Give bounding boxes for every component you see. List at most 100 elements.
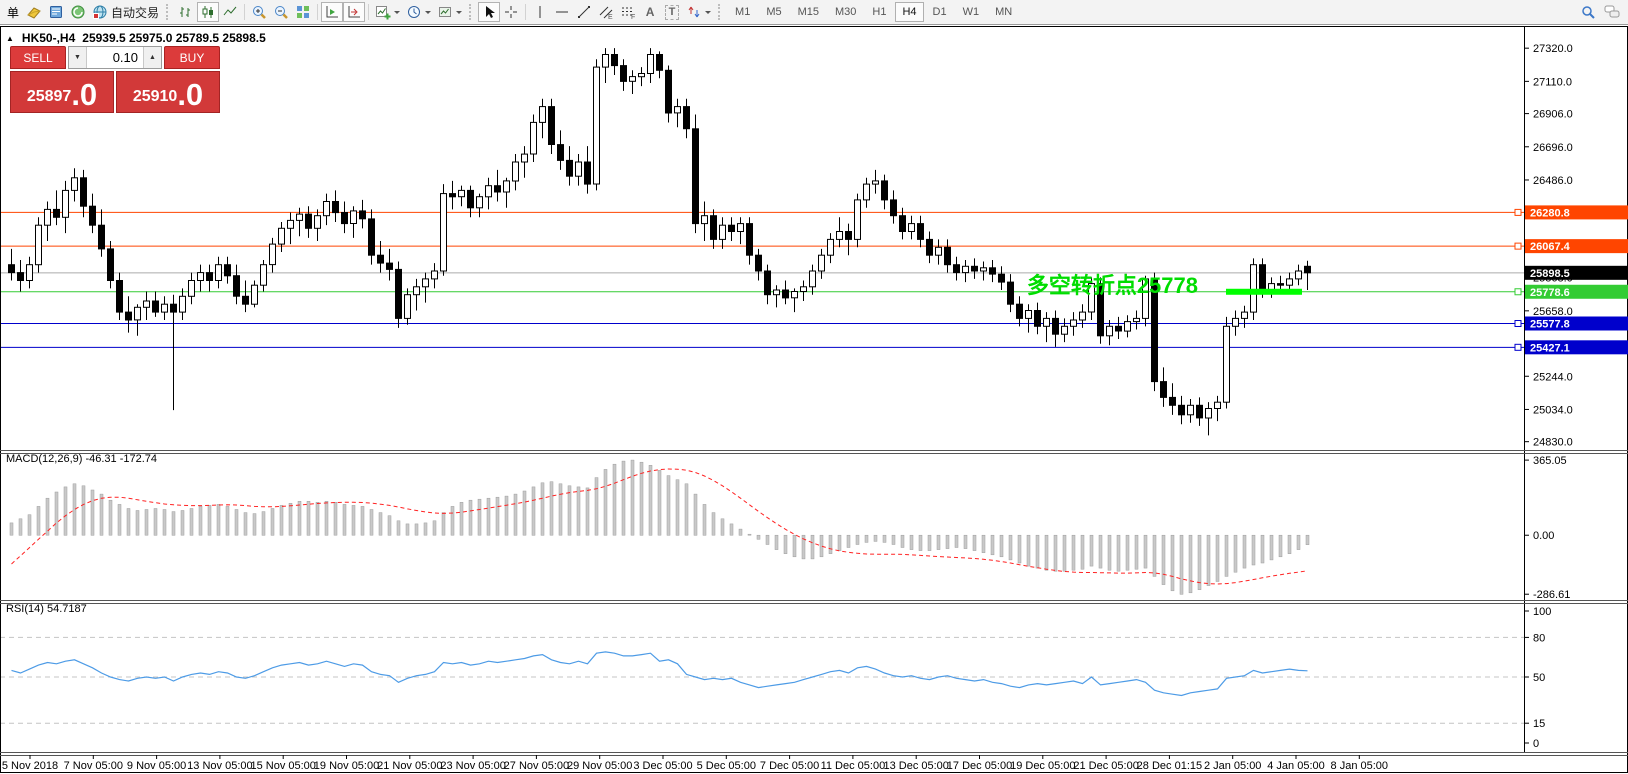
new-chart-button[interactable] [372, 2, 403, 22]
templates-button[interactable] [434, 2, 465, 22]
time-label: 28 Dec 01:15 [1137, 760, 1202, 772]
text-tool-button[interactable]: A [639, 2, 661, 22]
candle [414, 287, 420, 295]
hline-handle[interactable] [1515, 289, 1521, 295]
candle [180, 296, 186, 312]
search-button[interactable] [1577, 2, 1601, 22]
candle [558, 145, 564, 161]
timeframe-mn-button[interactable]: MN [988, 2, 1019, 22]
macd-histogram-bar [559, 484, 562, 535]
new-order-icon [26, 4, 42, 20]
tile-windows-button[interactable] [292, 2, 314, 22]
time-label: 13 Dec 05:00 [883, 760, 948, 772]
chart-area[interactable]: 多空转折点2577827320.027110.026906.026696.026… [0, 0, 1628, 774]
metaeditor-button[interactable] [45, 2, 67, 22]
label-tool-button[interactable]: T [661, 2, 683, 22]
periods-button[interactable] [403, 2, 434, 22]
time-label: 27 Nov 05:00 [504, 760, 569, 772]
macd-histogram-bar [145, 510, 148, 536]
sell-price-display[interactable]: 25897.0 [10, 71, 114, 113]
horizontal-line-tool-button[interactable] [551, 2, 573, 22]
hline-handle[interactable] [1515, 243, 1521, 249]
candle [333, 202, 339, 213]
chat-button[interactable] [1601, 2, 1625, 22]
autotrading-label: 自动交易 [111, 4, 159, 21]
menu-label[interactable]: 单 [3, 4, 23, 21]
sell-button[interactable]: SELL [10, 46, 66, 69]
timeframe-m5-button[interactable]: M5 [759, 2, 788, 22]
timeframe-m30-button[interactable]: M30 [828, 2, 863, 22]
timeframe-w1-button[interactable]: W1 [956, 2, 987, 22]
toolbar-separator [317, 4, 318, 20]
macd-histogram-bar [37, 506, 40, 535]
macd-histogram-bar [1189, 535, 1192, 593]
cursor-button[interactable] [478, 2, 500, 22]
line-chart-type-button[interactable] [219, 2, 241, 22]
candle [513, 162, 519, 181]
macd-label: MACD(12,26,9) -46.31 -172.74 [6, 453, 157, 465]
annotation-text[interactable]: 多空转折点25778 [1027, 273, 1198, 298]
timeframe-d1-button[interactable]: D1 [926, 2, 954, 22]
macd-histogram-bar [1261, 535, 1264, 563]
buy-price-display[interactable]: 25910.0 [116, 71, 220, 113]
timeframe-m1-button[interactable]: M1 [728, 2, 757, 22]
buy-button[interactable]: BUY [164, 46, 220, 69]
dropdown-caret-icon [705, 11, 711, 17]
volume-increase-button[interactable]: ▲ [143, 47, 161, 68]
autoscroll-icon [324, 4, 340, 20]
candle [1242, 312, 1248, 318]
hline-handle[interactable] [1515, 344, 1521, 350]
candle [1161, 382, 1167, 398]
candlestick-chart-type-button[interactable] [197, 2, 219, 22]
macd-histogram-bar [1027, 535, 1030, 566]
candle [288, 220, 294, 228]
timeframe-h1-button[interactable]: H1 [865, 2, 893, 22]
market-button[interactable] [67, 2, 89, 22]
candle [1278, 284, 1284, 286]
macd-histogram-bar [253, 514, 256, 536]
macd-histogram-bar [100, 494, 103, 535]
price-tick-label: 26486.0 [1533, 175, 1573, 187]
autotrading-button[interactable]: 自动交易 [89, 2, 162, 22]
candle [315, 216, 321, 229]
fibonacci-tool-button[interactable]: F [617, 2, 639, 22]
channel-tool-button[interactable]: E [595, 2, 617, 22]
zoom-in-button[interactable] [248, 2, 270, 22]
macd-histogram-bar [379, 513, 382, 536]
trendline-tool-button[interactable] [573, 2, 595, 22]
candle [576, 162, 582, 176]
vertical-line-tool-button[interactable] [529, 2, 551, 22]
candle [819, 255, 825, 271]
candle [567, 160, 573, 176]
new-order-button[interactable] [23, 2, 45, 22]
shapes-tool-button[interactable] [683, 2, 714, 22]
macd-histogram-bar [334, 502, 337, 535]
time-label: 19 Dec 05:00 [1010, 760, 1075, 772]
panel-collapse-toggle[interactable]: ▲ [6, 34, 14, 43]
hline-handle[interactable] [1515, 209, 1521, 215]
macd-histogram-bar [1099, 535, 1102, 568]
timeframe-m15-button[interactable]: M15 [791, 2, 826, 22]
rsi-pane [0, 637, 1524, 723]
new-chart-icon [375, 4, 391, 20]
macd-histogram-bar [478, 499, 481, 535]
zoom-out-button[interactable] [270, 2, 292, 22]
highlight-segment[interactable] [1226, 289, 1302, 295]
macd-histogram-bar [262, 512, 265, 536]
candle [324, 202, 330, 216]
timeframe-h4-button[interactable]: H4 [895, 2, 923, 22]
candle [981, 268, 987, 271]
autoscroll-button[interactable] [321, 2, 343, 22]
price-tag-label: 25898.5 [1530, 268, 1570, 280]
volume-input[interactable]: 0.10 [87, 47, 143, 68]
rsi-tick-label: 15 [1533, 718, 1545, 730]
hline-handle[interactable] [1515, 321, 1521, 327]
chart-shift-button[interactable] [343, 2, 365, 22]
candle [693, 129, 699, 224]
crosshair-button[interactable] [500, 2, 522, 22]
horizontal-line-icon [554, 4, 570, 20]
volume-decrease-button[interactable]: ▼ [69, 47, 87, 68]
macd-histogram-bar [721, 519, 724, 536]
bar-chart-type-button[interactable] [175, 2, 197, 22]
macd-histogram-bar [343, 504, 346, 535]
